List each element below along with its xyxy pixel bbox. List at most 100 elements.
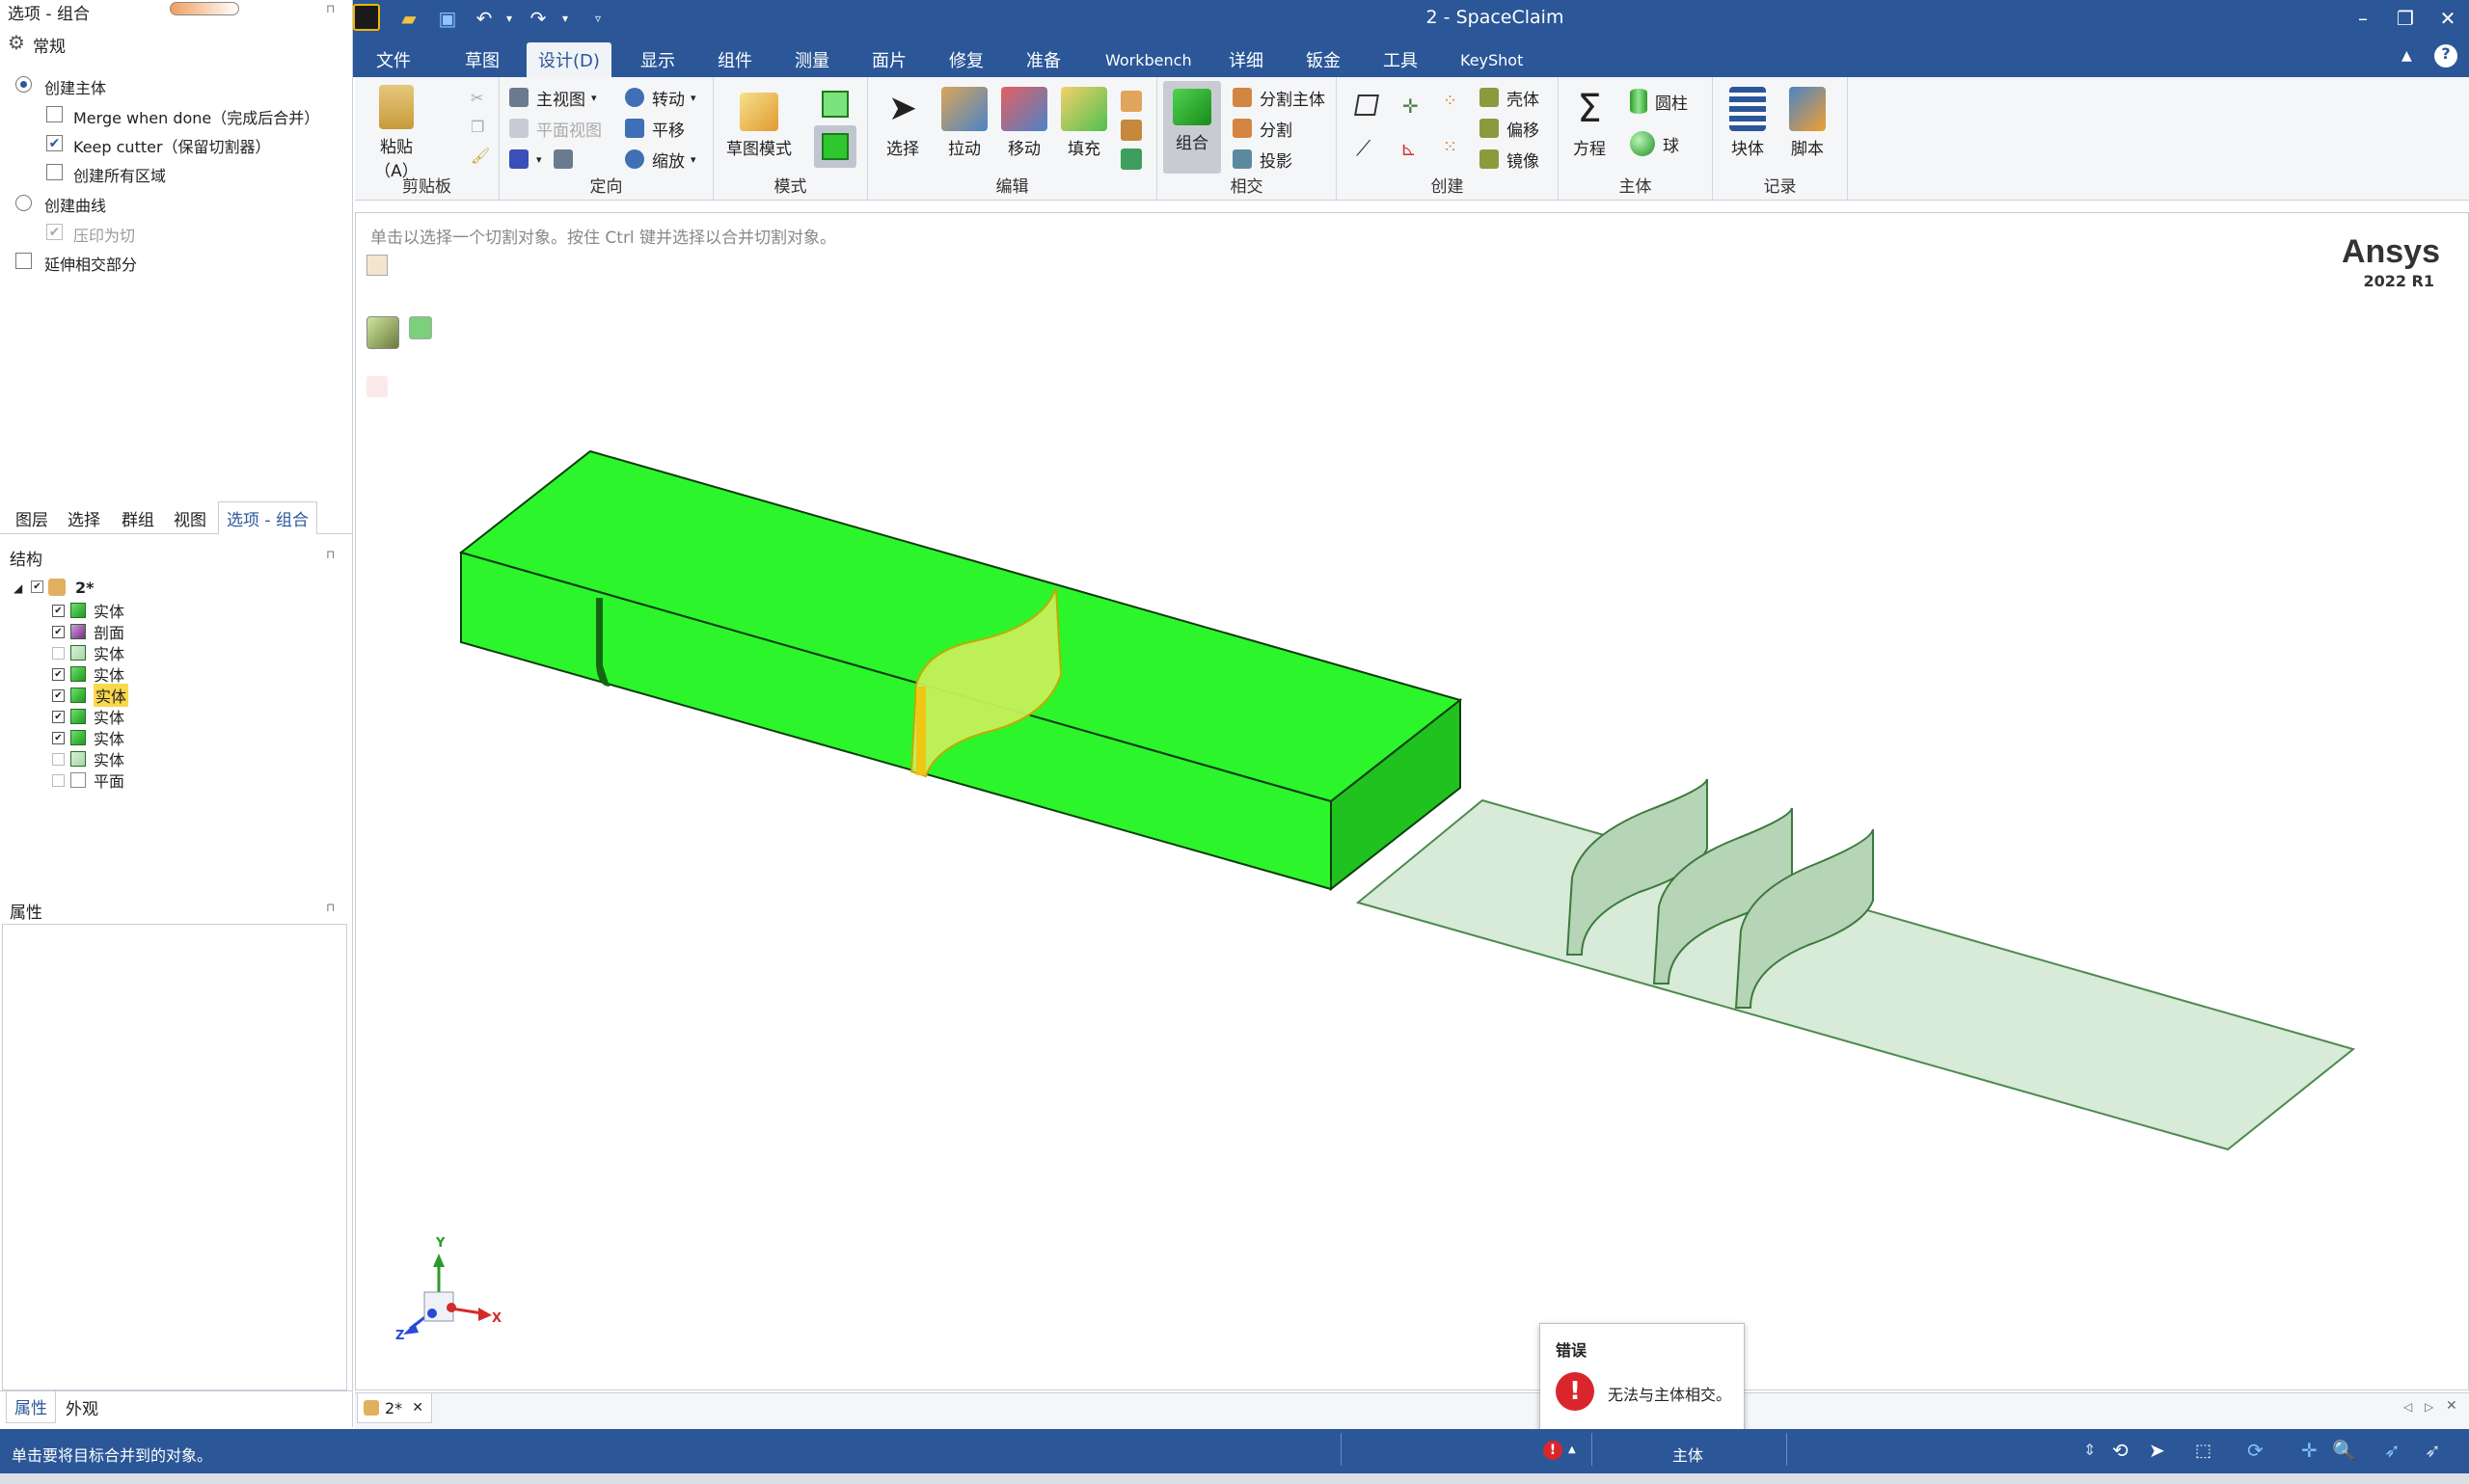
create-curves-radio[interactable]	[15, 195, 32, 211]
replace-icon[interactable]	[1121, 148, 1142, 170]
tab-sketch[interactable]: 草图	[453, 42, 511, 77]
create-body-radio[interactable]	[15, 76, 32, 93]
project-button[interactable]: 投影	[1233, 145, 1292, 174]
tree-item[interactable]: 平面	[52, 769, 124, 791]
split-button[interactable]: 分割	[1233, 114, 1292, 143]
cut-icon[interactable]: ✂	[471, 89, 483, 107]
pan-button[interactable]: 平移	[625, 114, 685, 143]
help-icon[interactable]: ?	[2434, 44, 2457, 67]
tree-item[interactable]: ✔ 实体	[52, 663, 124, 685]
select-button[interactable]: ➤ 选择	[876, 81, 930, 159]
section-mode-icon[interactable]	[822, 91, 849, 118]
tree-item-checkbox[interactable]	[52, 773, 65, 787]
equation-button[interactable]: Σ 方程	[1562, 81, 1616, 159]
tab-properties[interactable]: 属性	[6, 1390, 56, 1423]
block-button[interactable]: 块体	[1721, 81, 1775, 159]
tab-file[interactable]: 文件	[365, 42, 422, 77]
pin-icon[interactable]: ⊓	[326, 2, 335, 15]
zoom-button[interactable]: 缩放 ▾	[625, 145, 696, 174]
save-icon[interactable]: ▣	[434, 5, 461, 32]
extend-intersecting-checkbox[interactable]	[15, 253, 32, 269]
tab-options-combine[interactable]: 选项 - 组合	[218, 501, 317, 534]
script-button[interactable]: 脚本	[1780, 81, 1834, 159]
root-checkbox[interactable]: ✔	[31, 580, 43, 593]
tree-item-checkbox[interactable]: ✔	[52, 710, 65, 723]
orbit-icon[interactable]: ➶	[2425, 1439, 2441, 1462]
grid-pattern-icon[interactable]: ⁙	[1443, 137, 1457, 157]
scroll-left-icon[interactable]: ◁	[2403, 1400, 2412, 1414]
scroll-right-icon[interactable]: ▷	[2425, 1400, 2433, 1414]
tree-root-label[interactable]: 2*	[75, 579, 95, 597]
tab-facets[interactable]: 面片	[860, 42, 918, 77]
layers-icon[interactable]	[1121, 120, 1142, 141]
offset-button[interactable]: 偏移	[1479, 114, 1539, 143]
combine-button[interactable]: 组合	[1163, 81, 1221, 174]
model-canvas[interactable]	[355, 212, 2469, 1390]
tree-item[interactable]: ✔ 实体	[52, 727, 124, 748]
tab-repair[interactable]: 修复	[937, 42, 995, 77]
cylinder-button[interactable]: 圆柱	[1630, 87, 1688, 116]
tree-item-checkbox[interactable]: ✔	[52, 604, 65, 617]
restore-button[interactable]: ❐	[2388, 2, 2423, 35]
tree-item-checkbox[interactable]: ✔	[52, 625, 65, 638]
tree-expand-icon[interactable]: ◢	[14, 581, 22, 595]
pattern-icon[interactable]: ⁘	[1443, 91, 1457, 111]
tree-item[interactable]: ✔ 实体	[52, 706, 124, 727]
tree-item-checkbox[interactable]	[52, 752, 65, 766]
sketch-mode-button[interactable]: 草图模式	[716, 87, 802, 159]
origin-icon[interactable]: ⊾	[1400, 137, 1417, 160]
undo-dropdown-icon[interactable]: ▾	[496, 5, 523, 32]
view-cube-button[interactable]: ▾	[509, 145, 581, 174]
plane-view-button[interactable]: 平面视图	[509, 114, 602, 143]
tab-groups[interactable]: 群组	[122, 501, 154, 534]
tree-item[interactable]: ✔ 实体	[52, 684, 129, 707]
tab-tools[interactable]: 工具	[1371, 42, 1429, 77]
close-tab-icon[interactable]: ✕	[412, 1400, 423, 1416]
minimize-button[interactable]: –	[2346, 2, 2380, 35]
home-view-button[interactable]: 主视图 ▾	[509, 83, 597, 112]
tree-item[interactable]: 实体	[52, 642, 124, 663]
tab-measure[interactable]: 测量	[783, 42, 841, 77]
tree-item[interactable]: 实体	[52, 748, 124, 769]
tab-views[interactable]: 视图	[174, 501, 206, 534]
scroll-updown-icon[interactable]: ⇕	[2083, 1441, 2096, 1459]
sphere-button[interactable]: 球	[1630, 129, 1679, 158]
tab-workbench[interactable]: Workbench	[1094, 42, 1204, 77]
tab-keyshot[interactable]: KeyShot	[1449, 42, 1534, 77]
tree-item-checkbox[interactable]: ✔	[52, 731, 65, 744]
point-icon[interactable]: ✛	[1402, 94, 1419, 118]
tab-layers[interactable]: 图层	[15, 501, 48, 534]
axis-icon[interactable]: ⟋	[1356, 137, 1370, 161]
properties-pin-icon[interactable]: ⊓	[326, 901, 335, 914]
merge-when-done-checkbox[interactable]	[46, 106, 63, 122]
viewport[interactable]: 单击以选择一个切割对象。按住 Ctrl 键并选择以合并切割对象。 Ansys 2…	[355, 212, 2469, 1390]
structure-pin-icon[interactable]: ⊓	[326, 548, 335, 561]
spin-button[interactable]: 转动 ▾	[625, 83, 696, 112]
fly-icon[interactable]: ➶	[2384, 1439, 2401, 1462]
tree-item-checkbox[interactable]	[52, 646, 65, 660]
tab-sheetmetal[interactable]: 钣金	[1294, 42, 1352, 77]
tab-selection[interactable]: 选择	[68, 501, 100, 534]
tweak-face-icon[interactable]	[1121, 91, 1142, 112]
app-logo-icon[interactable]	[353, 4, 380, 31]
document-tab[interactable]: 2* ✕	[357, 1392, 432, 1423]
tab-display[interactable]: 显示	[629, 42, 687, 77]
3d-mode-icon[interactable]	[814, 125, 856, 168]
status-mode[interactable]: 主体	[1672, 1443, 1703, 1466]
open-folder-icon[interactable]: ▰	[395, 5, 422, 32]
pull-button[interactable]: 拉动	[937, 81, 991, 159]
redo-dropdown-icon[interactable]: ▾	[552, 5, 579, 32]
select-status-icon[interactable]: ➤	[2149, 1439, 2165, 1462]
create-all-regions-checkbox[interactable]	[46, 164, 63, 180]
move-button[interactable]: 移动	[997, 81, 1051, 159]
plane-icon[interactable]	[1354, 94, 1379, 116]
tab-appearance[interactable]: 外观	[66, 1390, 98, 1423]
mirror-button[interactable]: 镜像	[1479, 145, 1539, 174]
close-all-icon[interactable]: ✕	[2446, 1398, 2457, 1414]
copy-icon[interactable]: ❐	[471, 118, 484, 136]
tree-item[interactable]: ✔ 实体	[52, 600, 124, 621]
tab-prepare[interactable]: 准备	[1015, 42, 1072, 77]
undo-icon[interactable]: ↶	[471, 5, 498, 32]
split-body-button[interactable]: 分割主体	[1233, 83, 1325, 112]
options-slider[interactable]	[170, 2, 239, 15]
